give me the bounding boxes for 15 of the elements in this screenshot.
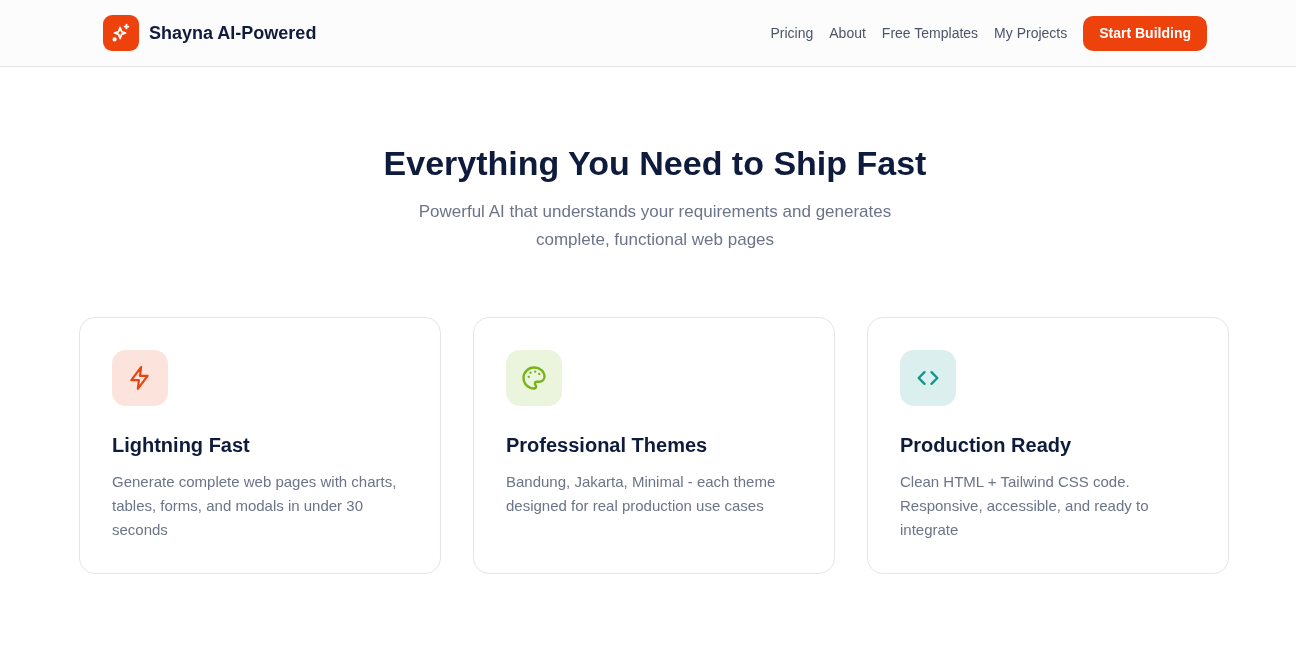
feature-description: Bandung, Jakarta, Minimal - each theme designed for real production use cases <box>506 472 777 516</box>
nav-link[interactable]: My Projects <box>994 25 1068 41</box>
nav-link[interactable]: About <box>829 25 866 41</box>
brand-name: Shayna AI-Powered <box>149 22 317 44</box>
nav-link[interactable]: Pricing <box>770 25 814 41</box>
nav-link[interactable]: Free Templates <box>881 25 979 41</box>
hero-title: Everything You Need to Ship Fast <box>383 143 927 184</box>
sparkles-logo-icon <box>103 15 139 51</box>
feature-title: Production Ready <box>900 433 1073 458</box>
feature-description: Clean HTML + Tailwind CSS code. Responsive, accessible, and ready to integrate <box>900 472 1150 540</box>
feature-description: Generate complete web pages with charts, tables, forms, and modals in under 30 seconds <box>112 472 398 540</box>
hero-subtitle: Powerful AI that understands your requirements and generates complete, functional web pages <box>417 201 893 251</box>
feature-title: Lightning Fast <box>112 433 251 458</box>
start-building-button[interactable]: Start Building <box>1083 15 1207 51</box>
feature-title: Professional Themes <box>506 433 709 458</box>
